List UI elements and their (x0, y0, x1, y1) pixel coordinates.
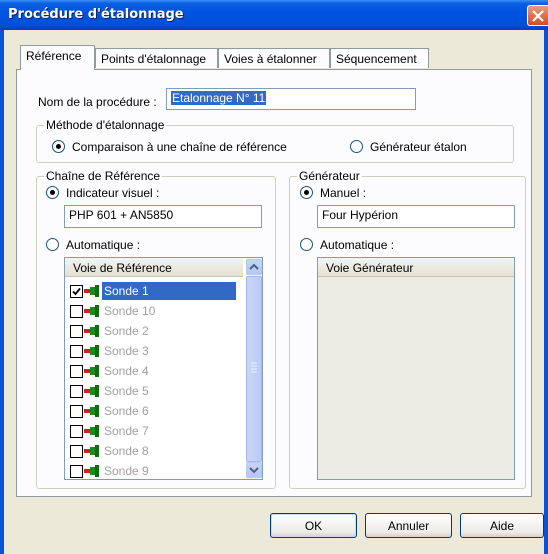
procedure-name-value: Etalonnage N° 11 (171, 91, 267, 105)
procedure-name-input[interactable]: Etalonnage N° 11 (166, 88, 416, 110)
item-label: Sonde 5 (104, 384, 149, 398)
tab-label: Voies à étalonner (224, 52, 317, 66)
voie-reference-header[interactable]: Voie de Référence (65, 258, 243, 277)
manuel-input[interactable]: Four Hypérion (317, 205, 515, 228)
chevron-up-icon (249, 263, 259, 270)
tab-label: Points d'étalonnage (101, 52, 207, 66)
plug-icon (84, 285, 99, 297)
item-checkbox[interactable] (70, 385, 83, 398)
tab-label: Référence (26, 49, 82, 63)
radio-automatique-chaine[interactable] (46, 238, 59, 251)
item-label: Sonde 1 (102, 282, 236, 300)
item-label: Sonde 6 (104, 404, 149, 418)
voie-reference-item[interactable]: Sonde 7 (67, 421, 240, 441)
voie-reference-item[interactable]: Sonde 6 (67, 401, 240, 421)
item-label: Sonde 3 (104, 344, 149, 358)
indicateur-visuel-input[interactable]: PHP 601 + AN5850 (64, 205, 262, 228)
procedure-name-label: Nom de la procédure : (38, 95, 157, 109)
item-checkbox[interactable] (70, 465, 83, 478)
tab-sequencement[interactable]: Séquencement (330, 48, 429, 68)
tab-label: Séquencement (336, 52, 417, 66)
radio-manuel[interactable] (300, 186, 313, 199)
plug-icon (84, 365, 99, 377)
item-checkbox[interactable] (70, 305, 83, 318)
voie-generateur-header[interactable]: Voie Générateur (318, 258, 514, 277)
voie-reference-header-label: Voie de Référence (73, 261, 172, 275)
item-label: Sonde 2 (104, 324, 149, 338)
voie-reference-list[interactable]: Voie de Référence Sonde 1 Sonde 10 Sonde 2… (64, 257, 263, 480)
methode-group-title: Méthode d'étalonnage (44, 118, 167, 132)
grip-icon (251, 362, 257, 373)
plug-icon (84, 425, 99, 437)
aide-button[interactable]: Aide (460, 513, 544, 538)
voie-reference-item[interactable]: Sonde 1 (67, 281, 240, 301)
generateur-title: Générateur (297, 169, 362, 183)
title-bar[interactable]: Procédure d'étalonnage (0, 0, 548, 30)
plug-icon (84, 445, 99, 457)
scroll-down-button[interactable] (246, 462, 262, 478)
item-checkbox[interactable] (70, 325, 83, 338)
automatique-chaine-label: Automatique : (66, 238, 141, 252)
voie-reference-item[interactable]: Sonde 5 (67, 381, 240, 401)
item-label: Sonde 8 (104, 444, 149, 458)
tab-reference[interactable]: Référence (20, 45, 95, 70)
voie-reference-item[interactable]: Sonde 8 (67, 441, 240, 461)
window-title: Procédure d'étalonnage (8, 7, 184, 22)
plug-icon (84, 305, 99, 317)
annuler-button[interactable]: Annuler (365, 513, 452, 538)
item-checkbox[interactable] (70, 345, 83, 358)
indicateur-visuel-label: Indicateur visuel : (66, 186, 160, 200)
item-checkbox[interactable] (70, 425, 83, 438)
tab-points-etalonnage[interactable]: Points d'étalonnage (95, 48, 218, 68)
radio-comparaison[interactable] (52, 140, 65, 153)
close-button[interactable] (527, 5, 548, 26)
manuel-label: Manuel : (320, 186, 367, 200)
item-label: Sonde 4 (104, 364, 149, 378)
scroll-up-button[interactable] (246, 259, 262, 275)
plug-icon (84, 325, 99, 337)
item-checkbox[interactable] (70, 405, 83, 418)
plug-icon (84, 345, 99, 357)
chaine-reference-title: Chaîne de Référence (44, 169, 163, 183)
tab-voies-a-etalonner[interactable]: Voies à étalonner (218, 48, 330, 68)
voie-generateur-header-label: Voie Générateur (326, 261, 414, 275)
radio-indicateur-visuel[interactable] (46, 186, 59, 199)
radio-automatique-generateur[interactable] (300, 238, 313, 251)
window-frame-right (544, 30, 548, 554)
automatique-generateur-label: Automatique : (320, 238, 395, 252)
plug-icon (84, 465, 99, 477)
item-checkbox[interactable] (70, 365, 83, 378)
voie-reference-item[interactable]: Sonde 9 (67, 461, 240, 479)
scroll-thumb[interactable] (246, 276, 262, 462)
voie-reference-item[interactable]: Sonde 2 (67, 321, 240, 341)
plug-icon (84, 385, 99, 397)
manuel-value: Four Hypérion (322, 208, 399, 222)
close-icon (532, 10, 544, 22)
item-label: Sonde 10 (104, 304, 156, 318)
radio-generateur-etalon[interactable] (350, 140, 363, 153)
voie-reference-scrollbar[interactable] (246, 258, 262, 479)
voie-generateur-list[interactable]: Voie Générateur (317, 257, 515, 480)
checkmark-icon (72, 287, 81, 296)
radio-generateur-etalon-label: Générateur étalon (370, 140, 467, 154)
voie-reference-item[interactable]: Sonde 3 (67, 341, 240, 361)
indicateur-visuel-value: PHP 601 + AN5850 (69, 208, 174, 222)
item-label: Sonde 9 (104, 464, 149, 478)
chevron-down-icon (249, 467, 259, 474)
voie-reference-item[interactable]: Sonde 4 (67, 361, 240, 381)
item-checkbox[interactable] (70, 285, 83, 298)
plug-icon (84, 405, 99, 417)
voie-reference-item[interactable]: Sonde 10 (67, 301, 240, 321)
radio-comparaison-label: Comparaison à une chaîne de référence (72, 140, 287, 154)
item-label: Sonde 7 (104, 424, 149, 438)
item-checkbox[interactable] (70, 445, 83, 458)
ok-button[interactable]: OK (270, 513, 357, 538)
